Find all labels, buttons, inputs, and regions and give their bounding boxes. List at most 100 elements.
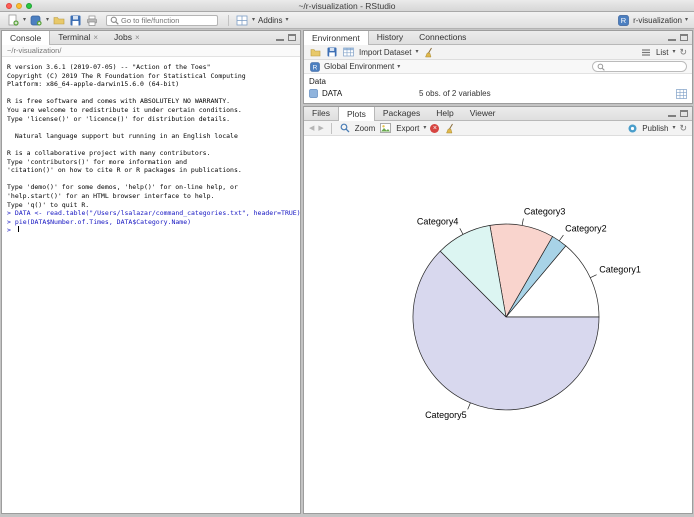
tab-terminal-label: Terminal [58, 31, 90, 44]
tab-environment[interactable]: Environment [304, 31, 369, 45]
clear-environment-button[interactable] [422, 46, 435, 59]
previous-plot-icon[interactable]: ◀ [309, 124, 314, 132]
goto-file-search[interactable] [106, 15, 218, 26]
pie-label-5: Category5 [425, 410, 467, 420]
refresh-plot-icon[interactable]: ↻ [679, 124, 687, 133]
tab-jobs-close-icon[interactable]: × [135, 31, 140, 44]
environment-search[interactable] [592, 61, 687, 72]
save-workspace-button[interactable] [326, 46, 338, 59]
view-mode-label[interactable]: List [656, 48, 668, 57]
tab-files[interactable]: Files [304, 107, 338, 120]
pie-label-line-2 [559, 235, 563, 241]
tab-help[interactable]: Help [428, 107, 461, 120]
project-icon: R [618, 15, 629, 26]
environment-search-input[interactable] [607, 62, 682, 71]
remove-plot-icon[interactable]: × [430, 124, 439, 133]
maximize-pane-icon[interactable] [288, 34, 296, 41]
zoom-plot-button[interactable] [339, 122, 351, 135]
addins-menu[interactable]: Addins [258, 16, 282, 25]
publish-button[interactable] [627, 122, 638, 135]
environment-tabbar: Environment History Connections [304, 31, 692, 45]
zoom-label[interactable]: Zoom [355, 124, 375, 133]
workspace-panes-button[interactable] [235, 14, 249, 27]
new-file-button[interactable] [6, 14, 20, 27]
project-menu[interactable]: r-visualization [633, 16, 682, 25]
export-caret-icon[interactable]: ▾ [423, 125, 426, 131]
project-caret-icon[interactable]: ▾ [685, 17, 688, 23]
refresh-environment-icon[interactable]: ↻ [679, 48, 687, 57]
magnifier-icon [340, 123, 350, 133]
environment-section-header: Data [304, 74, 692, 87]
pie-label-line-3 [522, 219, 523, 226]
console-prompt: > [7, 226, 11, 234]
dataframe-icon [309, 89, 318, 98]
tab-terminal[interactable]: Terminal × [50, 31, 106, 44]
console-prompt: > [7, 218, 11, 226]
publish-caret-icon[interactable]: ▾ [672, 125, 675, 131]
tab-packages[interactable]: Packages [375, 107, 428, 120]
view-mode-icon[interactable] [640, 46, 652, 59]
new-file-caret-icon[interactable]: ▾ [23, 17, 26, 23]
toolbar-separator [228, 15, 229, 26]
tab-packages-label: Packages [383, 107, 420, 120]
addins-caret-icon[interactable]: ▾ [286, 17, 289, 23]
tab-connections[interactable]: Connections [411, 31, 474, 44]
view-mode-caret-icon[interactable]: ▾ [672, 49, 675, 55]
minimize-pane-icon[interactable] [276, 34, 284, 41]
console-startup-text: R version 3.6.1 (2019-07-05) -- "Action … [7, 63, 300, 209]
maximize-pane-icon[interactable] [680, 34, 688, 41]
environment-object-row[interactable]: DATA 5 obs. of 2 variables [304, 87, 692, 100]
tab-console-label: Console [10, 32, 41, 45]
window-title: ~/r-visualization - RStudio [0, 0, 694, 12]
import-dataset-label[interactable]: Import Dataset [359, 48, 411, 57]
minimize-window-button[interactable] [16, 3, 22, 9]
save-button[interactable] [69, 14, 82, 27]
minimize-pane-icon[interactable] [668, 34, 676, 41]
tab-viewer[interactable]: Viewer [462, 107, 504, 120]
new-project-button[interactable] [29, 14, 43, 27]
console-tabbar: Console Terminal × Jobs × [2, 31, 300, 45]
console-command-line: >DATA <- read.table("/Users/lsalazar/com… [7, 209, 300, 218]
view-data-grid-icon[interactable] [676, 89, 687, 99]
minimize-pane-icon[interactable] [668, 110, 676, 117]
environment-scope-selector[interactable]: Global Environment [324, 62, 394, 71]
broom-icon [444, 123, 455, 134]
import-dataset-button[interactable] [342, 46, 355, 59]
open-file-button[interactable] [52, 14, 66, 27]
maximize-pane-icon[interactable] [680, 110, 688, 117]
open-folder-icon [53, 15, 65, 25]
plots-tabbar: Files Plots Packages Help Viewer [304, 107, 692, 121]
tab-connections-label: Connections [419, 31, 466, 44]
export-plot-button[interactable] [379, 122, 392, 135]
plot-area: Category1Category2Category3Category4Cate… [304, 136, 692, 513]
new-project-caret-icon[interactable]: ▾ [46, 17, 49, 23]
console-input-line[interactable]: > [7, 226, 300, 235]
main-toolbar: ▾ ▾ ▾ Addins ▾ R r-visualization ▾ [0, 12, 694, 29]
save-disk-icon [327, 47, 337, 57]
tab-history[interactable]: History [369, 31, 411, 44]
tab-plots[interactable]: Plots [338, 107, 375, 121]
titlebar: ~/r-visualization - RStudio [0, 0, 694, 12]
console-output[interactable]: R version 3.6.1 (2019-07-05) -- "Action … [2, 57, 300, 235]
import-dataset-caret-icon[interactable]: ▾ [415, 49, 418, 55]
goto-file-input[interactable] [121, 16, 211, 25]
tab-jobs[interactable]: Jobs × [106, 31, 148, 44]
tab-terminal-close-icon[interactable]: × [93, 31, 98, 44]
tab-plots-label: Plots [347, 108, 366, 121]
export-label[interactable]: Export [396, 124, 419, 133]
load-workspace-button[interactable] [309, 46, 322, 59]
next-plot-icon[interactable]: ▶ [318, 124, 323, 132]
project-menu-icon[interactable]: R [617, 14, 630, 27]
open-folder-icon [310, 47, 321, 57]
zoom-window-button[interactable] [26, 3, 32, 9]
panes-caret-icon[interactable]: ▾ [252, 17, 255, 23]
scope-caret-icon[interactable]: ▾ [397, 64, 400, 70]
tab-console[interactable]: Console [2, 31, 50, 45]
tab-history-label: History [377, 31, 403, 44]
clear-all-plots-button[interactable] [443, 122, 456, 135]
environment-scope-bar: R Global Environment ▾ [304, 60, 692, 74]
print-button[interactable] [85, 14, 99, 27]
console-working-dir: ~/r-visualization/ [2, 45, 300, 57]
close-window-button[interactable] [6, 3, 12, 9]
publish-label[interactable]: Publish [642, 124, 668, 133]
